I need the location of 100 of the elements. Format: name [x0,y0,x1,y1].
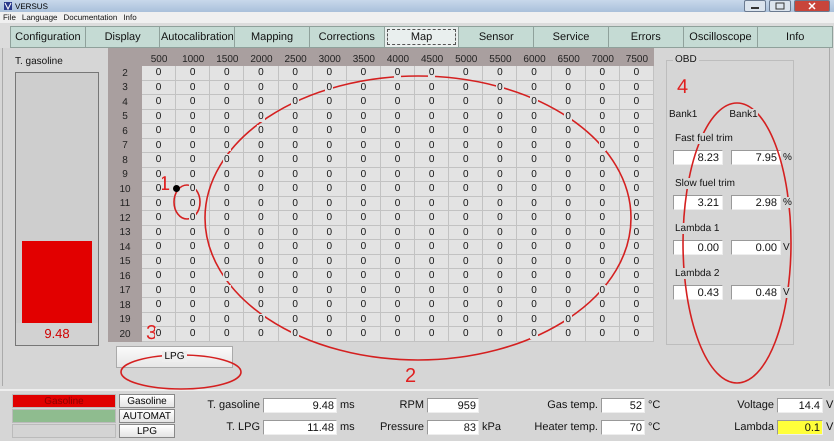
table-cell[interactable]: 0 [552,284,586,298]
table-cell[interactable]: 0 [620,312,654,327]
table-cell[interactable]: 0 [517,110,552,124]
table-cell[interactable]: 0 [380,284,416,298]
table-cell[interactable]: 0 [142,254,176,269]
table-cell[interactable]: 0 [346,66,381,80]
table-cell[interactable]: 0 [552,168,586,182]
table-cell[interactable]: 0 [244,138,279,153]
table-cell[interactable]: 0 [586,240,620,254]
table-cell[interactable]: 0 [380,138,416,153]
table-cell[interactable]: 0 [244,211,279,226]
table-cell[interactable]: 0 [620,327,654,342]
table-cell[interactable]: 0 [244,226,279,240]
table-cell[interactable]: 0 [278,80,313,95]
table-cell[interactable]: 0 [380,182,416,196]
mode-button[interactable]: Gasoline [119,394,175,408]
table-cell[interactable]: 0 [552,226,586,240]
table-cell[interactable]: 0 [142,124,176,138]
table-cell[interactable]: 0 [517,124,552,138]
table-cell[interactable]: 0 [483,66,518,80]
table-cell[interactable]: 0 [415,196,450,211]
table-cell[interactable]: 0 [483,269,518,284]
table-cell[interactable]: 0 [483,312,518,327]
table-cell[interactable]: 0 [449,312,484,327]
table-cell[interactable]: 0 [517,298,552,312]
table-cell[interactable]: 0 [415,312,450,327]
table-cell[interactable]: 0 [483,168,518,182]
table-cell[interactable]: 0 [244,298,279,312]
table-cell[interactable]: 0 [312,138,347,153]
table-cell[interactable]: 0 [415,240,450,254]
table-cell[interactable]: 0 [278,298,313,312]
table-cell[interactable]: 0 [483,254,518,269]
table-cell[interactable]: 0 [586,110,620,124]
table-cell[interactable]: 0 [244,153,279,168]
table-cell[interactable]: 0 [244,168,279,182]
table-cell[interactable]: 0 [449,153,484,168]
table-cell[interactable]: 0 [312,66,347,80]
table-cell[interactable]: 0 [346,269,381,284]
table-cell[interactable]: 0 [244,66,279,80]
table-cell[interactable]: 0 [380,66,416,80]
table-cell[interactable]: 0 [278,138,313,153]
tab[interactable]: Display [84,26,160,48]
table-cell[interactable]: 0 [517,196,552,211]
table-cell[interactable]: 0 [620,66,654,80]
table-cell[interactable]: 0 [176,124,210,138]
fuel-button[interactable]: LPG [116,346,233,368]
table-cell[interactable]: 0 [312,182,347,196]
table-cell[interactable]: 0 [620,95,654,110]
maximize-icon[interactable] [769,0,791,12]
table-cell[interactable]: 0 [449,240,484,254]
table-cell[interactable]: 0 [517,226,552,240]
table-cell[interactable]: 0 [210,312,244,327]
table-cell[interactable]: 0 [176,138,210,153]
menu-item[interactable]: Documentation [63,13,118,22]
table-cell[interactable]: 0 [483,211,518,226]
table-cell[interactable]: 0 [210,95,244,110]
table-cell[interactable]: 0 [210,211,244,226]
table-cell[interactable]: 0 [620,153,654,168]
table-cell[interactable]: 0 [142,110,176,124]
menu-item[interactable]: Language [22,13,58,22]
table-cell[interactable]: 0 [586,269,620,284]
table-cell[interactable]: 0 [586,182,620,196]
table-cell[interactable]: 0 [517,138,552,153]
table-cell[interactable]: 0 [415,269,450,284]
table-cell[interactable]: 0 [449,168,484,182]
table-cell[interactable]: 0 [176,66,210,80]
table-cell[interactable]: 0 [210,80,244,95]
table-cell[interactable]: 0 [244,124,279,138]
table-cell[interactable]: 0 [449,196,484,211]
table-cell[interactable]: 0 [244,80,279,95]
table-cell[interactable]: 0 [176,254,210,269]
table-cell[interactable]: 0 [346,254,381,269]
table-cell[interactable]: 0 [312,240,347,254]
table-cell[interactable]: 0 [483,196,518,211]
table-cell[interactable]: 0 [278,66,313,80]
menu-item[interactable]: Info [123,13,137,22]
table-cell[interactable]: 0 [415,110,450,124]
minimize-icon[interactable] [744,0,766,12]
table-cell[interactable]: 0 [415,182,450,196]
table-cell[interactable]: 0 [346,95,381,110]
table-cell[interactable]: 0 [278,182,313,196]
table-cell[interactable]: 0 [278,211,313,226]
table-cell[interactable]: 0 [620,110,654,124]
table-cell[interactable]: 0 [620,284,654,298]
table-cell[interactable]: 0 [312,211,347,226]
table-cell[interactable]: 0 [210,182,244,196]
table-cell[interactable]: 0 [483,298,518,312]
table-cell[interactable]: 0 [552,211,586,226]
table-cell[interactable]: 0 [415,284,450,298]
table-cell[interactable]: 0 [176,240,210,254]
table-cell[interactable]: 0 [517,153,552,168]
table-cell[interactable]: 0 [517,95,552,110]
table-cell[interactable]: 0 [552,95,586,110]
table-cell[interactable]: 0 [415,80,450,95]
table-cell[interactable]: 0 [380,269,416,284]
table-cell[interactable]: 0 [552,66,586,80]
tab[interactable]: Mapping [234,26,310,48]
table-cell[interactable]: 0 [517,254,552,269]
table-cell[interactable]: 0 [142,284,176,298]
table-cell[interactable]: 0 [483,124,518,138]
